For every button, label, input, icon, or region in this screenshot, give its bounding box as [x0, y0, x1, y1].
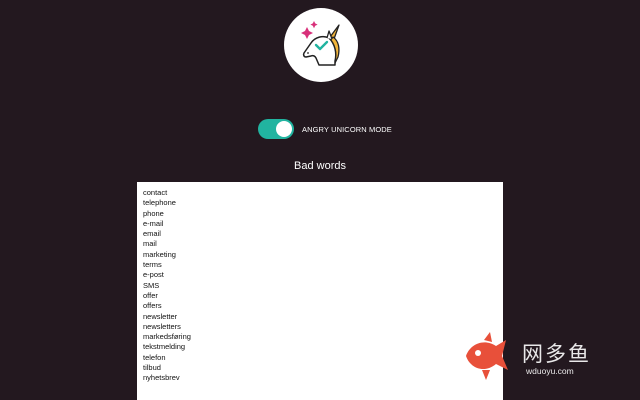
bad-word-item: telephone	[143, 198, 176, 208]
section-title: Bad words	[294, 160, 346, 172]
bad-word-item: newsletters	[143, 321, 181, 331]
bad-word-item: tekstmelding	[143, 342, 186, 352]
bad-words-textarea[interactable]: contact telephone phone e-mail email mail mark…	[137, 182, 503, 400]
bad-word-item: SMS	[143, 280, 160, 290]
angry-mode-label: ANGRY UNICORN MODE	[302, 124, 392, 134]
toggle-knob	[276, 121, 292, 137]
bad-word-item: offers	[143, 301, 162, 311]
bad-word-item: nyhetsbrev	[143, 373, 180, 383]
app-logo	[284, 8, 358, 82]
bad-word-item: email	[143, 229, 161, 239]
fish-logo-icon	[466, 332, 508, 380]
bad-word-item: mail	[143, 239, 157, 249]
watermark: 网多鱼 wduoyu.com	[462, 330, 632, 386]
bad-word-item: phone	[143, 208, 164, 218]
bad-word-item: offer	[143, 290, 158, 300]
bad-word-item: marketing	[143, 249, 176, 259]
angry-mode-row: ANGRY UNICORN MODE	[258, 118, 392, 140]
bad-word-item: contact	[143, 188, 168, 197]
bad-word-item: tilbud	[143, 363, 161, 373]
angry-mode-toggle[interactable]	[258, 119, 294, 139]
bad-word-item: newsletter	[143, 311, 178, 321]
bad-word-item: markedsføring	[143, 332, 191, 342]
bad-word-item: terms	[143, 260, 162, 270]
watermark-url: wduoyu.com	[526, 366, 574, 376]
bad-word-item: e-post	[143, 270, 164, 280]
popup-page: ANGRY UNICORN MODE Bad words contact tele…	[0, 0, 640, 400]
unicorn-check-icon	[301, 21, 340, 66]
watermark-text: 网多鱼	[522, 343, 591, 366]
bad-word-item: telefon	[143, 352, 166, 362]
bad-word-item: e-mail	[143, 218, 164, 228]
